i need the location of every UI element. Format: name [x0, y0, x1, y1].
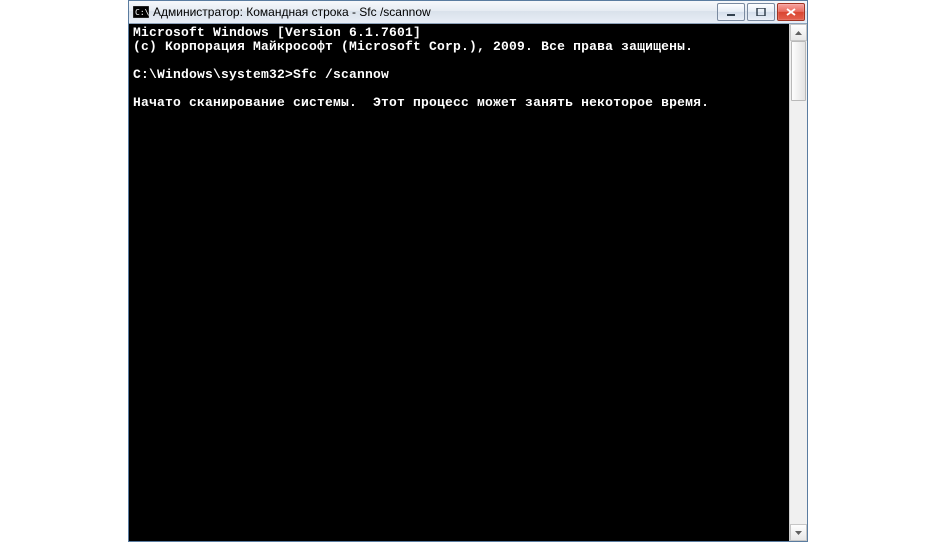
command-prompt-window: C:\ Администратор: Командная строка - Sf… [128, 0, 808, 542]
entered-command: Sfc /scannow [293, 67, 389, 82]
svg-text:C:\: C:\ [135, 8, 149, 17]
console-output[interactable]: Microsoft Windows [Version 6.1.7601] (c)… [129, 24, 789, 541]
maximize-button[interactable] [747, 3, 775, 21]
titlebar[interactable]: C:\ Администратор: Командная строка - Sf… [129, 1, 807, 24]
cmd-icon: C:\ [133, 5, 149, 19]
status-line: Начато сканирование системы. Этот процес… [133, 95, 709, 110]
copyright-line: (c) Корпорация Майкрософт (Microsoft Cor… [133, 39, 693, 54]
prompt-path: C:\Windows\system32> [133, 67, 293, 82]
scroll-thumb[interactable] [791, 41, 806, 101]
scroll-up-button[interactable] [790, 24, 807, 41]
window-controls [717, 3, 805, 21]
scroll-down-button[interactable] [790, 524, 807, 541]
close-button[interactable] [777, 3, 805, 21]
scroll-track[interactable] [790, 41, 807, 524]
console-body: Microsoft Windows [Version 6.1.7601] (c)… [129, 24, 807, 541]
window-title: Администратор: Командная строка - Sfc /s… [153, 5, 713, 19]
minimize-button[interactable] [717, 3, 745, 21]
vertical-scrollbar[interactable] [789, 24, 807, 541]
version-line: Microsoft Windows [Version 6.1.7601] [133, 25, 421, 40]
